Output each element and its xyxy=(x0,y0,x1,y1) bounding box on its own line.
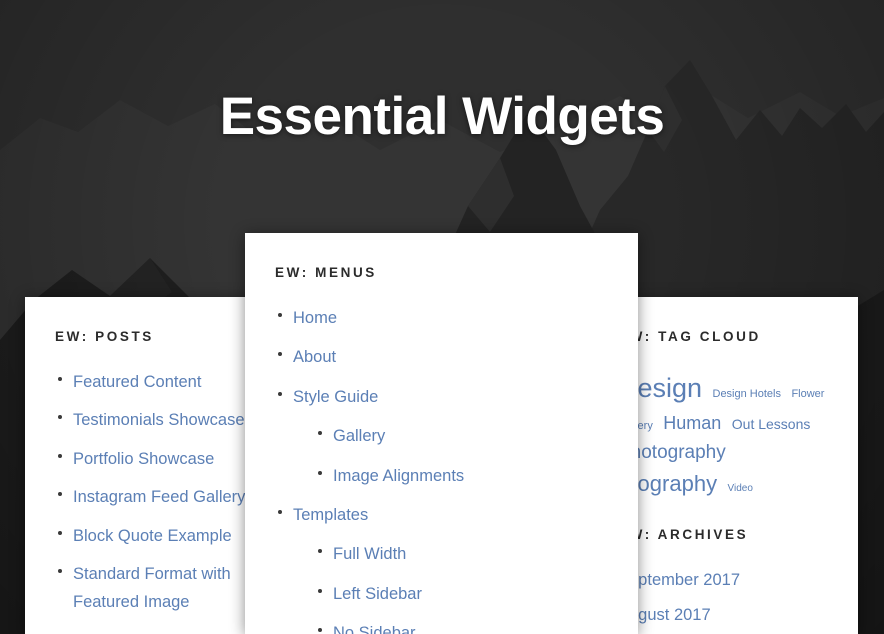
menu-item: About xyxy=(275,343,608,371)
widget-menus-inner: EW: Menus Home About Style Guide Gallery Ima… xyxy=(245,233,638,634)
submenu-link[interactable]: Full Width xyxy=(333,545,406,563)
menu-link[interactable]: Style Guide xyxy=(293,388,378,406)
posts-link[interactable]: Testimonials Showcase xyxy=(73,411,245,429)
widget-archives-title: EW: Archives xyxy=(618,527,749,543)
widget-ew-menus: EW: Menus Home About Style Guide Gallery Ima… xyxy=(245,233,638,634)
widget-tag-cloud-title: EW: Tag Cloud xyxy=(618,329,761,344)
tag-link[interactable]: Design Hotels xyxy=(713,388,781,400)
posts-list: Featured Content Testimonials Showcase Por… xyxy=(55,368,275,634)
tag-link[interactable]: Human xyxy=(663,413,721,433)
posts-link[interactable]: Featured Content xyxy=(73,373,201,391)
list-item: Featured Content xyxy=(55,368,275,396)
submenu-item: Full Width xyxy=(315,540,608,568)
menus-list: Home About Style Guide Gallery Image Alignme… xyxy=(275,304,608,634)
widget-posts-title: EW: Posts xyxy=(55,329,154,344)
page-root: Essential Widgets EW: Posts Featured Con… xyxy=(0,0,884,634)
tag-cloud: Design Design Hotels Flower Gallery Huma… xyxy=(618,368,836,501)
tag-link[interactable]: Flower xyxy=(791,388,824,400)
submenu-item: Gallery xyxy=(315,422,608,450)
submenu-list: Full WidthLeft SidebarNo SidebarRight Si… xyxy=(293,540,608,634)
list-item: Inspire & Motivate People xyxy=(55,627,275,634)
posts-link[interactable]: Instagram Feed Gallery xyxy=(73,488,245,506)
submenu-item: Image Alignments xyxy=(315,462,608,490)
widget-menus-title: EW: Menus xyxy=(275,265,377,280)
list-item: Block Quote Example xyxy=(55,522,275,550)
submenu-list: Gallery Image Alignments xyxy=(293,422,608,490)
menu-item: Style Guide Gallery Image Alignments xyxy=(275,383,608,490)
posts-link[interactable]: Standard Format with Featured Image xyxy=(73,565,231,611)
menu-link[interactable]: About xyxy=(293,348,336,366)
list-item: Instagram Feed Gallery xyxy=(55,483,275,511)
posts-link[interactable]: Portfolio Showcase xyxy=(73,450,214,468)
page-title: Essential Widgets xyxy=(219,87,665,146)
menu-item: Templates Full Width Left Sidebar No Sideba… xyxy=(275,501,608,634)
tag-link[interactable]: Out Lessons xyxy=(732,416,811,432)
submenu-item: No Sidebar xyxy=(315,619,608,634)
list-item: Portfolio Showcase xyxy=(55,445,275,473)
list-item: Testimonials Showcase xyxy=(55,406,275,434)
menu-link[interactable]: Templates xyxy=(293,506,368,524)
archives-list: September 2017August 2017April 2017March… xyxy=(618,566,836,634)
menu-link[interactable]: Home xyxy=(293,309,337,327)
list-item: Standard Format with Featured Image xyxy=(55,560,275,617)
submenu-link[interactable]: Image Alignments xyxy=(333,467,464,485)
submenu-item: Left Sidebar xyxy=(315,580,608,608)
submenu-link[interactable]: No Sidebar xyxy=(333,624,416,634)
archive-item: September 2017 xyxy=(618,566,836,594)
menu-item: Home xyxy=(275,304,608,332)
archive-item: August 2017 xyxy=(618,601,836,629)
submenu-link[interactable]: Left Sidebar xyxy=(333,585,422,603)
posts-link[interactable]: Block Quote Example xyxy=(73,527,232,545)
submenu-link[interactable]: Gallery xyxy=(333,427,385,445)
tag-link[interactable]: Video xyxy=(728,483,753,494)
